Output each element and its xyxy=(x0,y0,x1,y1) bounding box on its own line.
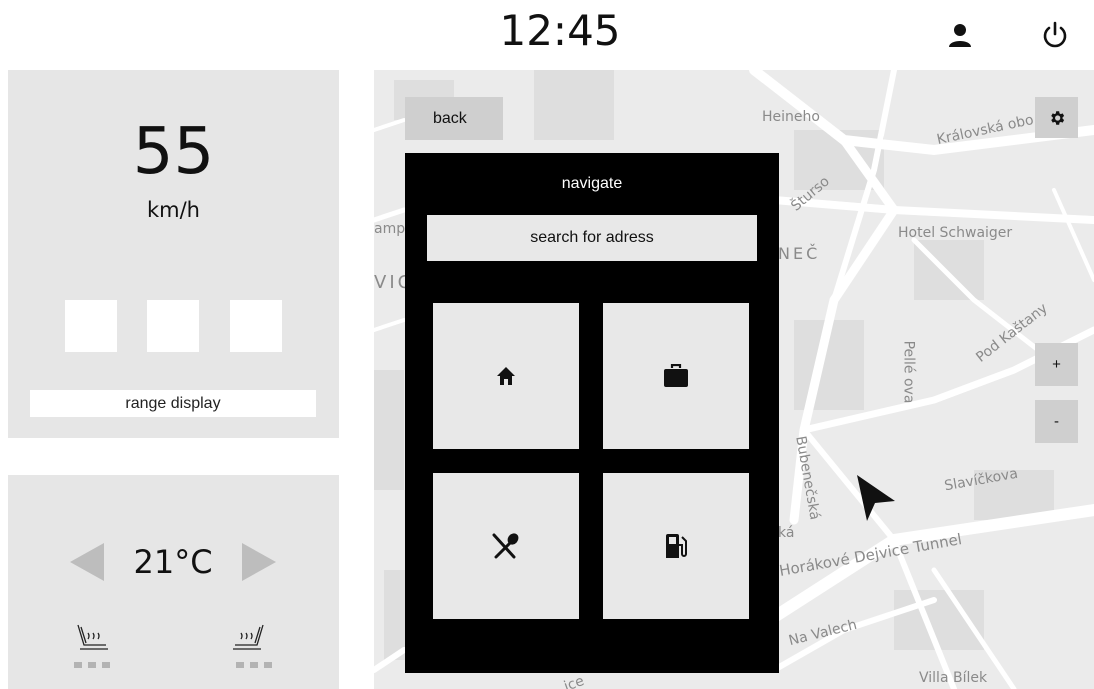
zoom-out-button[interactable]: - xyxy=(1035,400,1078,443)
map-label-nec: NEČ xyxy=(778,244,821,263)
speed-value: 55 xyxy=(132,115,215,189)
power-icon xyxy=(1043,21,1067,48)
speed-unit: km/h xyxy=(146,198,200,222)
restaurant-destination-button[interactable] xyxy=(433,473,579,619)
map-label-heineho: Heineho xyxy=(762,109,820,125)
user-profile-button[interactable] xyxy=(943,18,977,52)
right-seat-heat-level xyxy=(236,662,272,668)
navigate-title: navigate xyxy=(561,175,623,192)
temperature-down-button[interactable] xyxy=(70,543,104,581)
navigation-arrow-icon xyxy=(857,475,895,521)
person-icon xyxy=(949,24,971,47)
map-label-ska: ká xyxy=(778,525,795,541)
map-label-villa: Villa Bílek xyxy=(919,670,988,686)
range-display: range display xyxy=(30,390,316,417)
quick-button-2[interactable] xyxy=(147,300,199,352)
map-label-pellova: Pellé ova xyxy=(900,340,917,404)
fuel-destination-button[interactable] xyxy=(603,473,749,619)
map-label-amp: amp xyxy=(374,221,406,237)
restaurant-icon xyxy=(492,533,519,559)
seat-heat-icon xyxy=(77,624,108,650)
gear-icon xyxy=(1050,110,1064,125)
temperature-value: 21°C xyxy=(133,543,213,581)
seat-heat-icon xyxy=(233,624,264,650)
navigate-modal: navigate xyxy=(405,153,779,673)
temperature-up-button[interactable] xyxy=(242,543,276,581)
quick-button-1[interactable] xyxy=(65,300,117,352)
home-destination-button[interactable] xyxy=(433,303,579,449)
left-seat-heat-button[interactable] xyxy=(74,623,110,655)
right-seat-heat-button[interactable] xyxy=(231,623,267,655)
back-button[interactable]: back xyxy=(405,97,503,140)
address-search-input[interactable] xyxy=(427,215,757,261)
zoom-in-button[interactable]: + xyxy=(1035,343,1078,386)
speed-panel: 55 km/h range display xyxy=(8,70,339,438)
quick-button-3[interactable] xyxy=(230,300,282,352)
map-label-hotel: Hotel Schwaiger xyxy=(898,225,1013,241)
left-seat-heat-level xyxy=(74,662,110,668)
climate-panel: 21°C xyxy=(8,475,339,689)
power-button[interactable] xyxy=(1038,18,1072,52)
settings-button[interactable] xyxy=(1035,97,1078,138)
clock: 12:45 xyxy=(499,6,621,55)
briefcase-icon xyxy=(664,364,688,387)
home-icon xyxy=(497,367,515,385)
work-destination-button[interactable] xyxy=(603,303,749,449)
fuel-station-icon xyxy=(666,534,687,558)
